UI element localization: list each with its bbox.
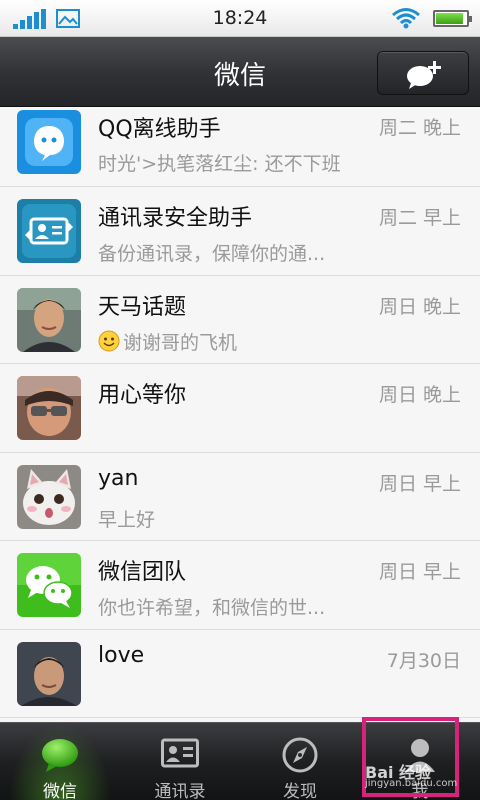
watermark: Bai 经验 jingyan.baidu.com [365, 757, 461, 791]
wifi-icon [392, 8, 420, 29]
chat-item[interactable]: 天马话题 周日 晚上 谢谢哥的飞机 [0, 276, 480, 364]
contacts-card-icon [161, 738, 199, 768]
user-avatar [17, 641, 81, 706]
contacts-security-icon [17, 199, 81, 263]
chat-preview: 时光'>执笔落红尘: 还不下班 [98, 153, 341, 175]
chat-item[interactable]: QQ离线助手 周二 晚上 时光'>执笔落红尘: 还不下班 [0, 108, 480, 187]
chat-bubble-icon [42, 739, 78, 772]
chat-preview: 备份通讯录，保障你的通... [98, 243, 326, 265]
chat-time: 7月30日 [386, 649, 461, 672]
tab-discover[interactable]: 发现 [240, 723, 360, 800]
chat-item[interactable]: 通讯录安全助手 周二 早上 备份通讯录，保障你的通... [0, 187, 480, 276]
tab-contacts[interactable]: 通讯录 [120, 723, 240, 800]
title-bar: 微信 [0, 37, 480, 107]
tab-label: 通讯录 [154, 782, 206, 800]
chat-item[interactable]: yan 周日 早上 早上好 [0, 453, 480, 541]
tab-chats[interactable]: 微信 [0, 723, 120, 800]
chat-time: 周日 晚上 [378, 295, 461, 318]
chat-item[interactable]: 用心等你 周日 晚上 [0, 364, 480, 453]
chat-preview-text: 谢谢哥的飞机 [123, 331, 238, 354]
chat-list[interactable]: QQ离线助手 周二 晚上 时光'>执笔落红尘: 还不下班 通讯录安全助手 周二 … [0, 108, 480, 722]
tab-label: 微信 [43, 782, 77, 800]
battery-icon [433, 10, 472, 27]
chat-name: love [98, 642, 145, 668]
chat-time: 周日 早上 [378, 472, 461, 495]
chat-time: 周二 晚上 [378, 117, 461, 139]
chat-name: 天马话题 [98, 294, 187, 320]
chat-preview: 你也许希望，和微信的世... [98, 597, 326, 619]
smile-emoji-icon [98, 330, 120, 351]
status-bar: 18:24 [0, 0, 480, 37]
chat-name: QQ离线助手 [98, 117, 221, 142]
chat-preview: 谢谢哥的飞机 [98, 328, 237, 355]
user-avatar [17, 287, 81, 352]
chat-name: 用心等你 [98, 383, 187, 408]
wechat-team-icon [17, 553, 81, 617]
watermark-url: jingyan.baidu.com [365, 778, 458, 789]
tab-label: 发现 [283, 782, 317, 800]
chat-name: yan [98, 465, 139, 491]
chat-time: 周二 早上 [378, 207, 461, 229]
qq-assistant-icon [17, 110, 81, 174]
new-chat-icon [407, 61, 441, 89]
new-chat-button[interactable] [377, 51, 469, 95]
chat-name: 微信团队 [98, 560, 187, 585]
compass-icon [282, 737, 318, 773]
chat-time: 周日 晚上 [378, 384, 461, 406]
chat-preview: 早上好 [98, 508, 156, 531]
chat-name: 通讯录安全助手 [98, 206, 253, 231]
chat-item[interactable]: 微信团队 周日 早上 你也许希望，和微信的世... [0, 541, 480, 630]
chat-item[interactable]: love 7月30日 [0, 630, 480, 718]
chat-time: 周日 早上 [378, 561, 461, 583]
cat-avatar [17, 464, 81, 529]
user-avatar [17, 376, 81, 440]
